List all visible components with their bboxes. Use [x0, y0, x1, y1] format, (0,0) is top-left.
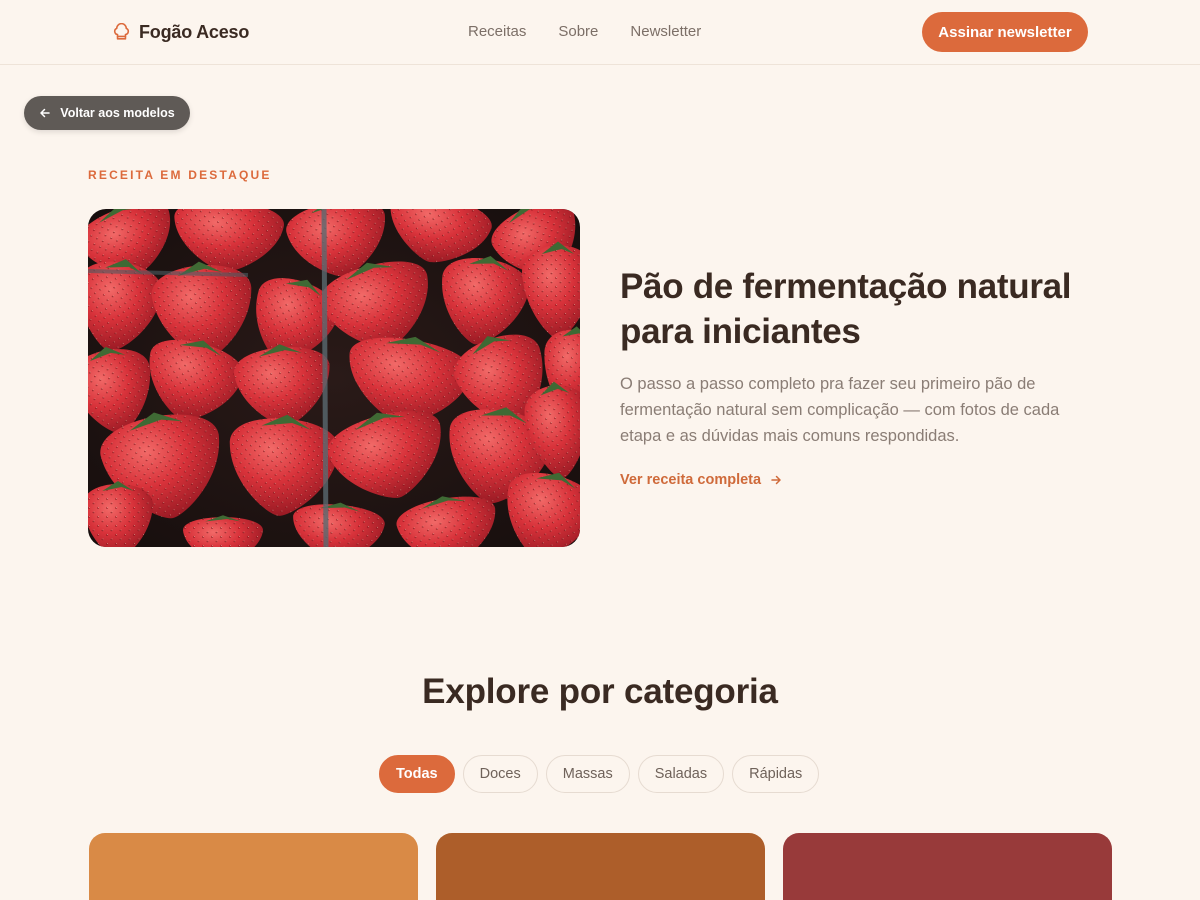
featured-recipe-description: O passo a passo completo pra fazer seu p…: [620, 375, 1060, 445]
chip-massas[interactable]: Massas: [545, 755, 630, 793]
categories-section-title: Explore por categoria: [422, 672, 778, 711]
site-header: Fogão Aceso Receitas Sobre Newsletter As…: [0, 0, 1200, 65]
arrow-left-icon: [40, 108, 51, 118]
arrow-right-icon: [771, 475, 781, 485]
brand-name: Fogão Aceso: [139, 21, 250, 42]
nav-link-sobre[interactable]: Sobre: [558, 23, 598, 40]
main-nav: Receitas Sobre Newsletter: [468, 23, 701, 40]
view-full-recipe-link[interactable]: Ver receita completa: [620, 472, 782, 488]
category-filter-chips: Todas Doces Massas Saladas Rápidas: [379, 755, 820, 793]
back-button-label: Voltar aos modelos: [60, 106, 175, 120]
featured-recipe-title: Pão de fermentação natural para iniciant…: [620, 267, 1072, 351]
chip-todas[interactable]: Todas: [379, 755, 455, 793]
view-full-recipe-label: Ver receita completa: [620, 472, 762, 488]
chef-hat-icon: [113, 22, 130, 40]
strawberries-photo: [88, 209, 580, 547]
featured-eyebrow: RECEITA EM DESTAQUE: [88, 168, 272, 182]
nav-link-receitas[interactable]: Receitas: [468, 23, 526, 40]
brand-logo[interactable]: Fogão Aceso: [112, 20, 249, 44]
chip-doces[interactable]: Doces: [462, 755, 538, 793]
category-card[interactable]: [783, 833, 1112, 900]
featured-recipe-image[interactable]: [88, 209, 580, 547]
subscribe-newsletter-button[interactable]: Assinar newsletter: [922, 12, 1088, 52]
chip-rapidas[interactable]: Rápidas: [732, 755, 820, 793]
nav-link-newsletter[interactable]: Newsletter: [630, 23, 701, 40]
category-cards: [89, 833, 1112, 900]
category-card[interactable]: [89, 833, 418, 900]
back-to-templates-button[interactable]: Voltar aos modelos: [24, 96, 190, 130]
chip-saladas[interactable]: Saladas: [637, 755, 725, 793]
category-card[interactable]: [436, 833, 765, 900]
